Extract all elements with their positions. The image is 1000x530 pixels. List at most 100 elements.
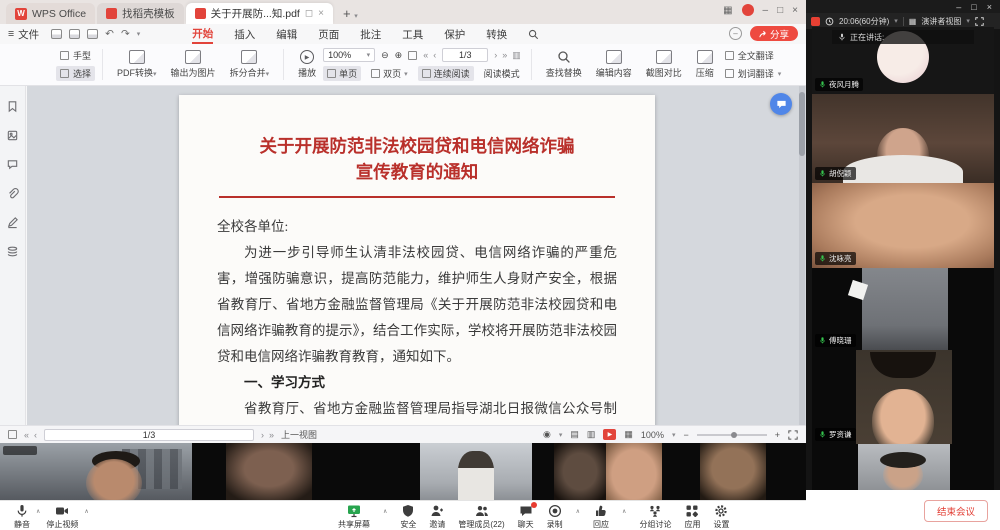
meeting-fullscreen-icon[interactable] bbox=[975, 17, 984, 26]
tab-protect[interactable]: 保护 bbox=[444, 25, 465, 43]
fit-page-icon[interactable] bbox=[408, 51, 417, 60]
video-thumbnail[interactable] bbox=[554, 443, 606, 500]
select-tool[interactable]: 选择 bbox=[56, 66, 95, 81]
maximize-button[interactable]: □ bbox=[777, 5, 783, 16]
record-options-chevron[interactable]: ∧ bbox=[576, 508, 580, 515]
reactions-options-chevron[interactable]: ∧ bbox=[622, 508, 626, 515]
statusbar-play-icon[interactable]: ▶ bbox=[603, 429, 616, 440]
bookmark-icon[interactable] bbox=[6, 100, 19, 113]
invite-button[interactable]: 邀请 bbox=[429, 504, 445, 530]
quickbar-dropdown-icon[interactable]: ▾ bbox=[137, 30, 141, 38]
security-button[interactable]: 安全 bbox=[400, 504, 416, 530]
share-button[interactable]: 分享 bbox=[750, 26, 798, 41]
scrollbar-thumb[interactable] bbox=[799, 92, 805, 156]
manage-members-button[interactable]: 管理成员(22) bbox=[458, 504, 504, 530]
prev-page-icon[interactable]: ‹ bbox=[433, 50, 436, 60]
open-icon[interactable] bbox=[51, 29, 62, 39]
next-page-icon[interactable]: › bbox=[494, 50, 497, 60]
user-avatar[interactable] bbox=[742, 4, 754, 16]
continuous-read-button[interactable]: 连续阅读 bbox=[418, 66, 474, 81]
status-first-page-icon[interactable]: « bbox=[24, 430, 29, 440]
edit-content-button[interactable]: 编辑内容 bbox=[589, 47, 639, 82]
screenshot-compare-button[interactable]: 截图对比 bbox=[639, 47, 689, 82]
status-next-page-icon[interactable]: › bbox=[261, 430, 264, 440]
apps-button[interactable]: 应用 bbox=[684, 504, 700, 530]
tab-start[interactable]: 开始 bbox=[192, 24, 213, 44]
save-icon[interactable] bbox=[69, 29, 80, 39]
zoom-out-icon[interactable]: ⊖ bbox=[381, 50, 389, 61]
meeting-timer[interactable]: 20:06(60分钟) bbox=[839, 16, 889, 27]
tab-template[interactable]: 找稻壳模板 bbox=[97, 3, 184, 24]
stop-video-button[interactable]: 停止视频 bbox=[46, 504, 78, 530]
video-options-chevron[interactable]: ∧ bbox=[84, 508, 88, 515]
collapse-ribbon-icon[interactable]: – bbox=[729, 27, 742, 40]
status-zoom-in-icon[interactable]: + bbox=[775, 430, 780, 440]
close-button[interactable]: × bbox=[792, 5, 798, 16]
reactions-button[interactable]: 回应 bbox=[593, 504, 609, 530]
hand-tool[interactable]: 手型 bbox=[56, 48, 95, 63]
participant-tile[interactable]: 沈咏亮 bbox=[812, 183, 994, 268]
view-book-icon[interactable]: ▦ bbox=[624, 429, 633, 440]
tab-tools[interactable]: 工具 bbox=[402, 25, 423, 43]
view-options-dropdown-icon[interactable]: ▾ bbox=[559, 431, 563, 439]
redo-icon[interactable]: ↷ bbox=[121, 28, 130, 40]
print-icon[interactable] bbox=[87, 29, 98, 39]
video-thumbnail[interactable] bbox=[226, 443, 312, 500]
tab-insert[interactable]: 插入 bbox=[234, 25, 255, 43]
video-thumbnail[interactable] bbox=[700, 443, 766, 500]
attachment-icon[interactable] bbox=[6, 187, 19, 200]
end-meeting-button[interactable]: 结束会议 bbox=[924, 500, 988, 522]
participant-tile[interactable]: 罗资谦 bbox=[812, 350, 994, 444]
status-zoom-out-icon[interactable]: − bbox=[683, 430, 688, 440]
document-area[interactable]: 关于开展防范非法校园贷和电信网络诈骗 宣传教育的通知 全校各单位: 为进一步引导… bbox=[27, 86, 806, 425]
export-image-button[interactable]: 输出为图片 bbox=[164, 47, 223, 82]
share-screen-button[interactable]: 共享屏幕 bbox=[338, 504, 370, 530]
tab-wps-home[interactable]: W WPS Office bbox=[6, 3, 95, 24]
undo-icon[interactable]: ↶ bbox=[105, 28, 114, 40]
tab-close-icon[interactable]: × bbox=[318, 8, 324, 19]
fullscreen-icon[interactable] bbox=[788, 430, 798, 440]
zoom-slider[interactable] bbox=[697, 434, 767, 436]
signature-pen-icon[interactable] bbox=[6, 216, 19, 229]
view-mode-dropdown-icon[interactable]: ▾ bbox=[966, 17, 970, 25]
file-menu[interactable]: ≡ 文件 bbox=[0, 27, 47, 42]
participant-tile[interactable]: 胡倪颖 bbox=[812, 94, 994, 183]
meeting-close-button[interactable]: × bbox=[987, 2, 992, 12]
status-prev-page-icon[interactable]: ‹ bbox=[34, 430, 37, 440]
video-thumbnail[interactable] bbox=[606, 443, 662, 500]
apps-grid-icon[interactable]: ▦ bbox=[723, 5, 732, 16]
timer-dropdown-icon[interactable]: ▾ bbox=[894, 17, 898, 25]
video-thumbnail[interactable] bbox=[0, 443, 192, 500]
zoom-slider-handle[interactable] bbox=[731, 432, 737, 438]
split-merge-button[interactable]: 拆分合并▾ bbox=[223, 47, 277, 82]
book-view-icon[interactable]: ▥ bbox=[512, 50, 521, 61]
meeting-maximize-button[interactable]: □ bbox=[971, 2, 976, 12]
wps-assistant-button[interactable] bbox=[770, 93, 792, 115]
view-options-icon[interactable]: ◉ bbox=[543, 429, 551, 440]
mute-button[interactable]: 静音 bbox=[14, 504, 30, 530]
settings-button[interactable]: 设置 bbox=[713, 504, 729, 530]
mute-options-chevron[interactable]: ∧ bbox=[36, 508, 40, 515]
first-page-icon[interactable]: « bbox=[423, 50, 428, 60]
comment-icon[interactable] bbox=[6, 158, 19, 171]
play-button[interactable]: ▶播放 bbox=[291, 47, 323, 82]
prev-view-button[interactable]: 上一视图 bbox=[281, 428, 317, 441]
single-page-button[interactable]: 单页 bbox=[323, 66, 361, 81]
view-mode-selector[interactable]: 演讲者视图 bbox=[921, 16, 961, 27]
read-mode-button[interactable]: 阅读模式 bbox=[480, 66, 524, 81]
last-page-icon[interactable]: » bbox=[502, 50, 507, 60]
video-thumbnail[interactable] bbox=[420, 443, 532, 500]
double-page-button[interactable]: 双页▾ bbox=[367, 66, 412, 81]
status-last-page-icon[interactable]: » bbox=[269, 430, 274, 440]
compress-button[interactable]: 压缩 bbox=[689, 47, 721, 82]
tab-convert[interactable]: 转换 bbox=[486, 25, 507, 43]
full-translate-button[interactable]: 全文翻译 bbox=[721, 48, 786, 63]
search-icon[interactable] bbox=[528, 29, 539, 40]
zoom-in-icon[interactable]: ⊕ bbox=[395, 50, 403, 61]
tab-comment[interactable]: 批注 bbox=[360, 25, 381, 43]
participant-tile[interactable]: 傅晓珊 bbox=[812, 268, 994, 350]
pdf-convert-button[interactable]: PDF转换▾ bbox=[110, 47, 164, 82]
tab-page[interactable]: 页面 bbox=[318, 25, 339, 43]
view-continuous-icon[interactable]: ▥ bbox=[587, 429, 596, 440]
status-page-indicator[interactable]: 1/3 bbox=[44, 429, 254, 441]
